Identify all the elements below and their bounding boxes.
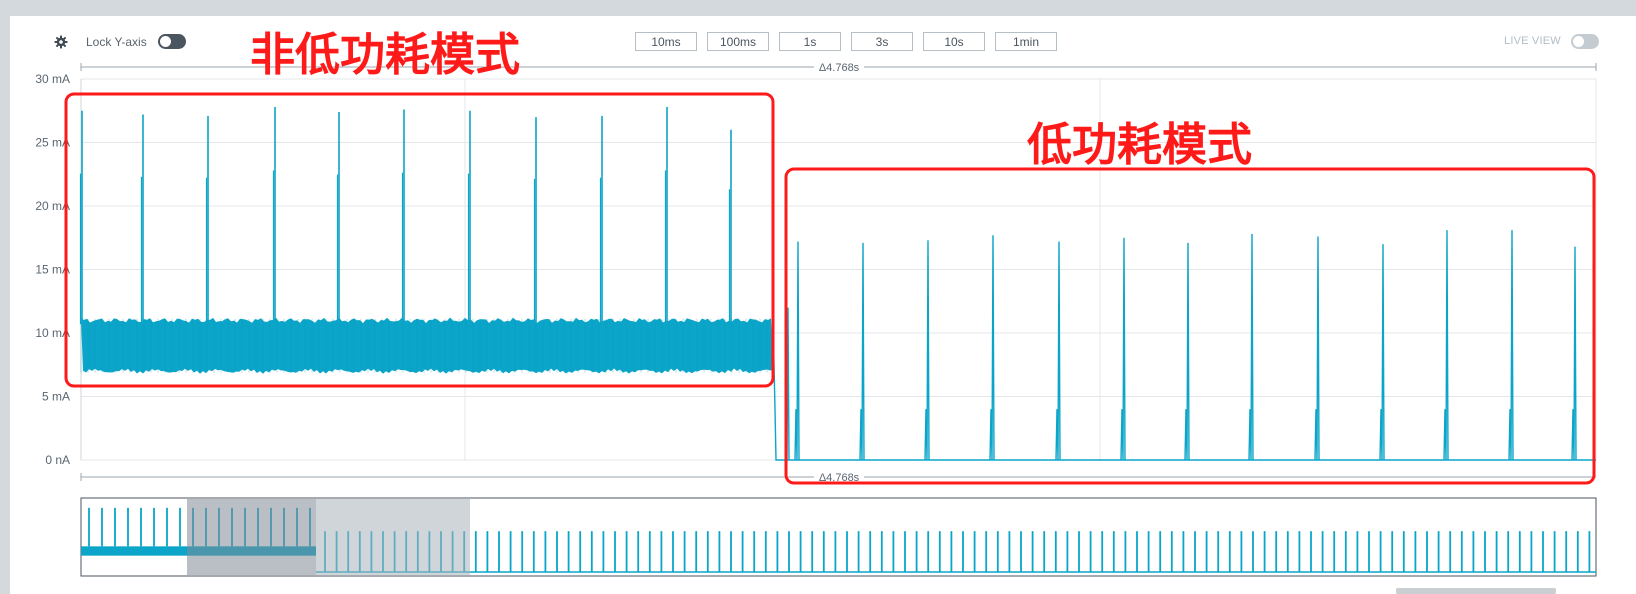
spike (924, 240, 930, 461)
current-trace (79, 106, 1596, 461)
overview-minimap (80, 497, 1597, 577)
spike (859, 242, 865, 461)
current-chart[interactable]: 0 nA5 mA10 mA15 mA20 mA25 mA30 mA Δ4.768… (0, 0, 1636, 594)
annotation-low-power-mode: 低功耗模式 (1027, 118, 1253, 171)
spike (1055, 241, 1061, 461)
spike (1248, 233, 1254, 461)
selection-delta-top: Δ4.768s (819, 62, 860, 74)
minimap-window (187, 499, 316, 575)
horizontal-scrollbar[interactable] (1396, 588, 1556, 594)
chart-grid (80, 78, 1597, 461)
spike (1184, 242, 1190, 461)
spike (1443, 230, 1449, 461)
annotation-box-low-power-mode (784, 167, 1596, 485)
minimap-window (316, 499, 470, 575)
selection-range: Δ4.768sΔ4.768s (80, 60, 1597, 484)
annotation-normal-mode: 非低功耗模式 (250, 28, 521, 81)
y-tick-label: 5 mA (42, 390, 70, 404)
spike (794, 241, 800, 461)
spike (1571, 246, 1577, 461)
spike (1120, 237, 1126, 461)
y-tick-label: 30 mA (35, 72, 70, 86)
spike (1314, 236, 1320, 461)
spike (1508, 230, 1514, 461)
spike (1379, 244, 1385, 461)
annotation-boxes (64, 92, 1596, 485)
y-tick-label: 0 nA (45, 453, 70, 467)
spike (989, 235, 995, 461)
